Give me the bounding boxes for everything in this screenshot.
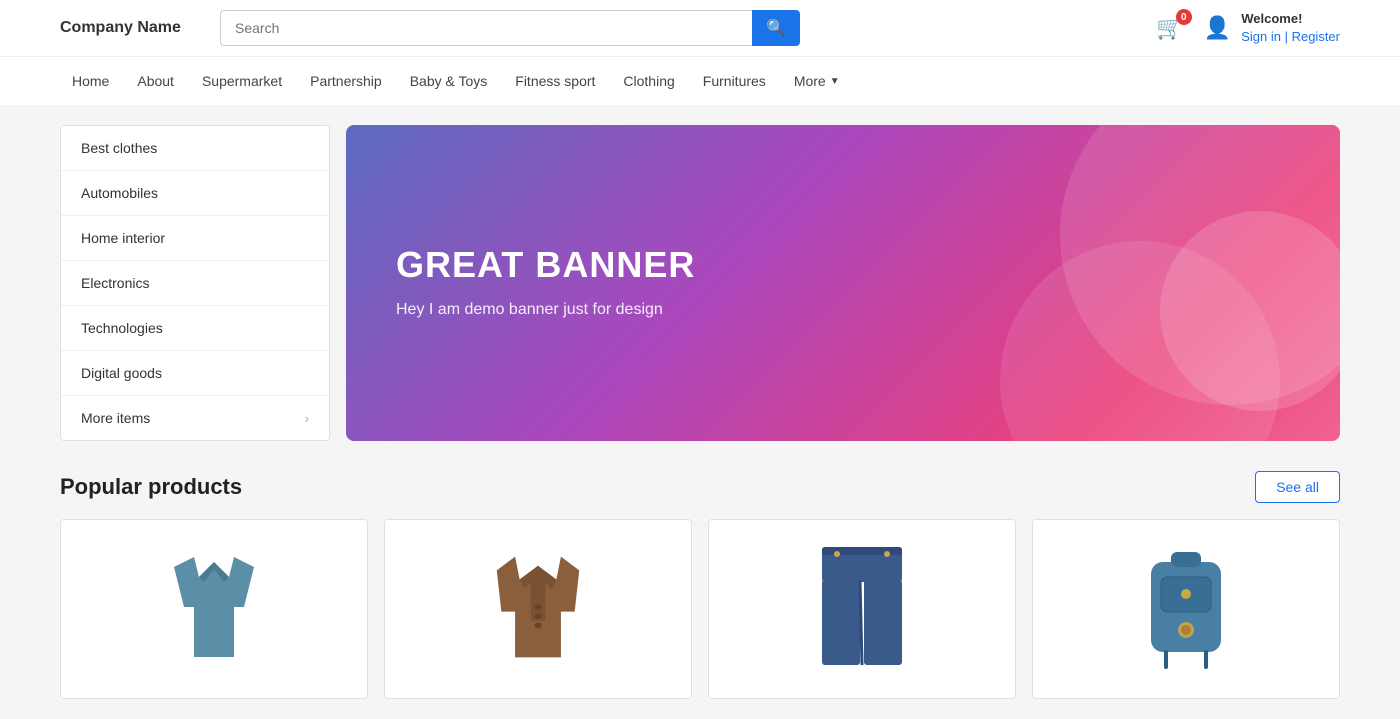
welcome-label: Welcome! <box>1241 10 1340 28</box>
product-card[interactable] <box>708 519 1016 699</box>
category-label: Electronics <box>81 275 149 291</box>
nav-item-supermarket[interactable]: Supermarket <box>190 57 294 105</box>
nav-item-more[interactable]: More ▼ <box>782 57 852 105</box>
nav-item-about[interactable]: About <box>125 57 186 105</box>
category-label: Digital goods <box>81 365 162 381</box>
product-card[interactable] <box>384 519 692 699</box>
category-label: More items <box>81 410 150 426</box>
search-button[interactable]: 🔍 <box>752 10 800 46</box>
section-title: Popular products <box>60 474 242 500</box>
search-input[interactable] <box>220 10 752 46</box>
nav-item-home[interactable]: Home <box>60 57 121 105</box>
category-label: Best clothes <box>81 140 157 156</box>
nav-item-partnership[interactable]: Partnership <box>298 57 394 105</box>
category-label: Technologies <box>81 320 163 336</box>
product-image <box>812 542 912 677</box>
see-all-button[interactable]: See all <box>1255 471 1340 503</box>
banner-text: GREAT BANNER Hey I am demo banner just f… <box>396 244 695 322</box>
section-header: Popular products See all <box>60 471 1340 503</box>
search-icon: 🔍 <box>766 20 786 37</box>
cart-badge: 0 <box>1176 9 1192 25</box>
popular-section: Popular products See all <box>60 471 1340 699</box>
category-item[interactable]: Home interior <box>61 216 329 261</box>
category-label: Home interior <box>81 230 165 246</box>
nav-item-clothing[interactable]: Clothing <box>611 57 686 105</box>
cart-wrapper[interactable]: 🛒 0 <box>1156 15 1183 41</box>
header-right: 🛒 0 👤 Welcome! Sign in | Register <box>1156 10 1340 46</box>
product-card[interactable] <box>60 519 368 699</box>
product-image <box>483 542 593 677</box>
nav-item-babyamptoys[interactable]: Baby & Toys <box>398 57 500 105</box>
category-item[interactable]: More items › <box>61 396 329 440</box>
category-item[interactable]: Electronics <box>61 261 329 306</box>
banner-subtitle: Hey I am demo banner just for design <box>396 298 695 322</box>
signin-label[interactable]: Sign in | Register <box>1241 29 1340 44</box>
company-logo: Company Name <box>60 19 200 37</box>
banner-title: GREAT BANNER <box>396 244 695 286</box>
category-label: Automobiles <box>81 185 158 201</box>
nav-item-fitnesssport[interactable]: Fitness sport <box>503 57 607 105</box>
search-bar: 🔍 <box>220 10 800 46</box>
product-card[interactable] <box>1032 519 1340 699</box>
header: Company Name 🔍 🛒 0 👤 Welcome! Sign in | … <box>0 0 1400 56</box>
category-item[interactable]: Technologies <box>61 306 329 351</box>
hero-section: Best clothes Automobiles Home interior Elec… <box>60 125 1340 441</box>
user-icon: 👤 <box>1204 15 1231 41</box>
dropdown-arrow-icon: ▼ <box>830 76 840 87</box>
category-item[interactable]: Best clothes <box>61 126 329 171</box>
nav-item-furnitures[interactable]: Furnitures <box>691 57 778 105</box>
user-text: Welcome! Sign in | Register <box>1241 10 1340 46</box>
category-sidebar: Best clothes Automobiles Home interior Elec… <box>60 125 330 441</box>
chevron-right-icon: › <box>305 411 309 426</box>
user-section[interactable]: 👤 Welcome! Sign in | Register <box>1204 10 1340 46</box>
navbar: HomeAboutSupermarketPartnershipBaby & To… <box>0 56 1400 105</box>
category-item[interactable]: Automobiles <box>61 171 329 216</box>
product-image <box>154 547 274 672</box>
banner: GREAT BANNER Hey I am demo banner just f… <box>346 125 1340 441</box>
category-item[interactable]: Digital goods <box>61 351 329 396</box>
product-image <box>1136 542 1236 677</box>
products-grid <box>60 519 1340 699</box>
main-content: Best clothes Automobiles Home interior Elec… <box>0 105 1400 719</box>
